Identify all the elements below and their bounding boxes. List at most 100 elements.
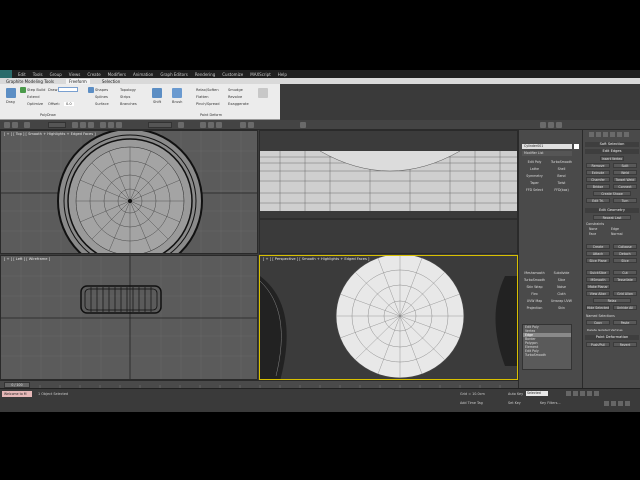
brush-icon[interactable] xyxy=(172,88,182,98)
link-icon[interactable] xyxy=(24,122,30,128)
menu-item-graph-editors[interactable]: Graph Editors xyxy=(160,72,187,77)
percent-snap-icon[interactable] xyxy=(216,122,222,128)
modifier-cloth-button[interactable]: Cloth xyxy=(549,291,574,297)
tessellate-button[interactable]: Tessellate xyxy=(613,277,637,282)
modifier-twist-button[interactable]: Twist xyxy=(549,180,574,186)
edit-edges-rollout[interactable]: Edit Edges xyxy=(585,149,639,154)
step-build-button[interactable]: Step Build xyxy=(27,88,45,92)
select-object-icon[interactable] xyxy=(72,122,78,128)
quickslice-button[interactable]: QuickSlice xyxy=(586,270,610,275)
menu-item-tools[interactable]: Tools xyxy=(33,72,43,77)
time-slider[interactable]: 0 / 100 xyxy=(0,380,518,389)
revolve-button[interactable]: Revolve xyxy=(228,95,242,99)
align-icon[interactable] xyxy=(248,122,254,128)
modifier-subdivide-button[interactable]: Subdivide xyxy=(549,270,574,276)
region-select-icon[interactable] xyxy=(88,122,94,128)
undo-icon[interactable] xyxy=(4,122,10,128)
render-frame-icon[interactable] xyxy=(548,122,554,128)
angle-snap-icon[interactable] xyxy=(208,122,214,128)
cut-button[interactable]: Cut xyxy=(613,270,637,275)
constraint-face-radio[interactable]: Face xyxy=(589,232,596,236)
modifier-turbosmooth-button[interactable]: TurboSmooth xyxy=(549,159,574,165)
render-icon[interactable] xyxy=(556,122,562,128)
modifier-unwrap-uvw-button[interactable]: Unwrap UVW xyxy=(549,298,574,304)
unhide-all-button[interactable]: Unhide All xyxy=(613,305,637,310)
create-button[interactable]: Create xyxy=(586,244,610,249)
go-to-end-icon[interactable] xyxy=(594,391,599,396)
hide-selected-button[interactable]: Hide Selected xyxy=(586,305,610,310)
modifier-meshsmooth-button[interactable]: Meshsmooth xyxy=(522,270,547,276)
constraint-none-radio[interactable]: None xyxy=(589,227,597,231)
utilities-tab-icon[interactable] xyxy=(624,132,629,137)
modifier-bend-button[interactable]: Bend xyxy=(549,173,574,179)
bridge-button[interactable]: Bridge xyxy=(586,184,610,189)
viewport-left[interactable]: [ + ] [ Left ] [ Wireframe ] xyxy=(0,255,258,380)
menu-item-rendering[interactable]: Rendering xyxy=(195,72,215,77)
relax-button[interactable]: Relax xyxy=(593,298,631,303)
object-name-field[interactable]: Cylinder001 xyxy=(522,144,572,149)
modifier-shell-button[interactable]: Shell xyxy=(549,166,574,172)
turn-button[interactable]: Turn xyxy=(613,198,637,203)
slice-plane-button[interactable]: Slice Plane xyxy=(586,258,610,263)
shift-label[interactable]: Shift xyxy=(153,100,161,104)
topology-button[interactable]: Topology xyxy=(120,88,136,92)
splines-button[interactable]: Splines xyxy=(95,95,108,99)
modifier-ffd-box-button[interactable]: FFD(box) xyxy=(549,187,574,193)
menu-item-help[interactable]: Help xyxy=(278,72,287,77)
key-mode-dropdown[interactable]: Selected xyxy=(526,391,548,396)
play-icon[interactable] xyxy=(580,391,585,396)
key-filters-button[interactable]: Key Filters... xyxy=(540,401,561,405)
edit-geometry-rollout[interactable]: Edit Geometry xyxy=(585,208,639,213)
branches-button[interactable]: Branches xyxy=(120,102,137,106)
optimize-button[interactable]: Optimize xyxy=(27,102,43,106)
attach-button[interactable]: Attach xyxy=(586,251,610,256)
menu-item-views[interactable]: Views xyxy=(69,72,81,77)
edit-tri-button[interactable]: Edit Tri. xyxy=(586,198,610,203)
weld-button[interactable]: Weld xyxy=(613,170,637,175)
menu-item-animation[interactable]: Animation xyxy=(133,72,153,77)
go-to-start-icon[interactable] xyxy=(566,391,571,396)
menu-item-customize[interactable]: Customize xyxy=(222,72,243,77)
maximize-viewport-icon[interactable] xyxy=(625,401,630,406)
render-setup-icon[interactable] xyxy=(540,122,546,128)
target-weld-button[interactable]: Target Weld xyxy=(613,177,637,182)
pivot-icon[interactable] xyxy=(178,122,184,128)
select-by-name-icon[interactable] xyxy=(80,122,86,128)
display-tab-icon[interactable] xyxy=(617,132,622,137)
menu-item-create[interactable]: Create xyxy=(87,72,100,77)
relax-soften-button[interactable]: Relax/Soften xyxy=(196,88,219,92)
menu-item-maxscript[interactable]: MAXScript xyxy=(250,72,271,77)
tab-freeform[interactable]: Freeform xyxy=(66,78,90,84)
viewport-top[interactable]: [ + ] [ Top ] [ Smooth + Highlights + Ed… xyxy=(0,130,258,254)
remove-button[interactable]: Remove xyxy=(586,163,610,168)
auto-key-button[interactable]: Auto Key xyxy=(508,392,523,396)
reference-coordinate-dropdown[interactable] xyxy=(148,122,172,128)
connect-button[interactable]: Connect xyxy=(613,184,637,189)
revert-button[interactable]: Revert xyxy=(613,342,637,347)
viewport-perspective-label[interactable]: [ + ] [ Perspective ] [ Smooth + Highlig… xyxy=(263,257,369,261)
shapes-icon[interactable] xyxy=(88,87,94,93)
collapse-button[interactable]: Collapse xyxy=(613,244,637,249)
create-tab-icon[interactable] xyxy=(589,132,594,137)
flatten-button[interactable]: Flatten xyxy=(196,95,209,99)
modifier-edit-poly-button[interactable]: Edit Poly xyxy=(522,159,547,165)
slice-button[interactable]: Slice xyxy=(613,258,637,263)
exaggerate-button[interactable]: Exaggerate xyxy=(228,102,249,106)
modifier-flex-button[interactable]: Flex xyxy=(522,291,547,297)
modifier-uvw-map-button[interactable]: UVW Map xyxy=(522,298,547,304)
smudge-button[interactable]: Smudge xyxy=(228,88,243,92)
push-pull-button[interactable]: Push/Pull xyxy=(586,342,610,347)
chamfer-button[interactable]: Chamfer xyxy=(586,177,610,182)
orbit-icon[interactable] xyxy=(618,401,623,406)
ribbon-title[interactable]: Graphite Modeling Tools xyxy=(6,79,54,84)
maxscript-listener[interactable]: Welcome to M xyxy=(2,391,32,397)
modifier-ffd-select-button[interactable]: FFD Select xyxy=(522,187,547,193)
modifier-symmetry-button[interactable]: Symmetry xyxy=(522,173,547,179)
offset-input[interactable]: 0.0 xyxy=(64,102,74,106)
menu-item-modifiers[interactable]: Modifiers xyxy=(108,72,126,77)
hierarchy-tab-icon[interactable] xyxy=(603,132,608,137)
scale-icon[interactable] xyxy=(116,122,122,128)
modifier-list-dropdown[interactable]: Modifier List xyxy=(522,151,572,156)
detach-button[interactable]: Detach xyxy=(613,251,637,256)
material-editor-icon[interactable] xyxy=(300,122,306,128)
